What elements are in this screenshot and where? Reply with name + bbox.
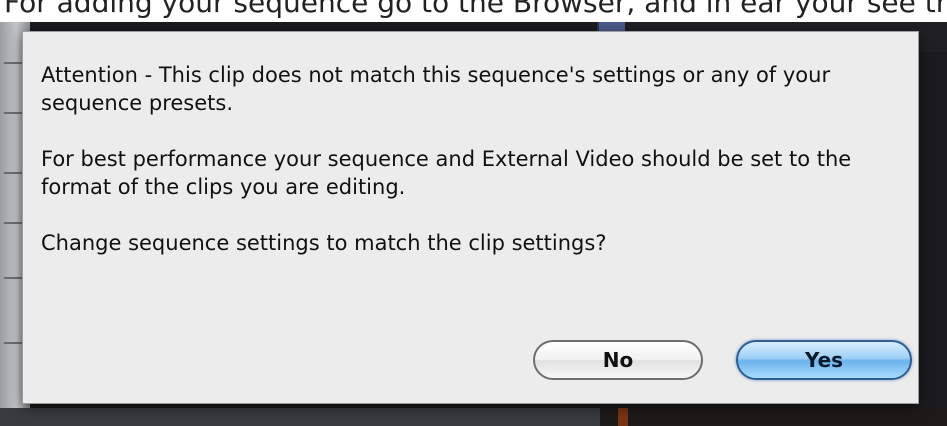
yes-button-label: Yes — [804, 348, 844, 372]
panel-tick — [4, 342, 24, 344]
panel-tick — [4, 277, 24, 279]
background-page-text: For adding your sequence go to the Brows… — [4, 0, 947, 19]
panel-tick — [4, 112, 24, 114]
dialog-message: Attention - This clip does not match thi… — [41, 61, 861, 257]
panel-tick — [4, 172, 24, 174]
timeline-ruler — [0, 408, 600, 426]
no-button[interactable]: No — [533, 340, 703, 380]
question-paragraph: Change sequence settings to match the cl… — [41, 231, 607, 255]
screenshot-stage: For adding your sequence go to the Brows… — [0, 0, 947, 426]
yes-button[interactable]: Yes — [736, 340, 912, 380]
performance-paragraph: For best performance your sequence and E… — [41, 147, 852, 199]
alert-dialog: Attention - This clip does not match thi… — [22, 31, 919, 404]
panel-tick — [4, 62, 24, 64]
attention-paragraph: Attention - This clip does not match thi… — [41, 63, 831, 115]
timeline-clip-marker — [618, 408, 628, 426]
no-button-label: No — [602, 348, 634, 372]
timeline-track-area — [600, 408, 947, 426]
panel-tick — [4, 222, 24, 224]
